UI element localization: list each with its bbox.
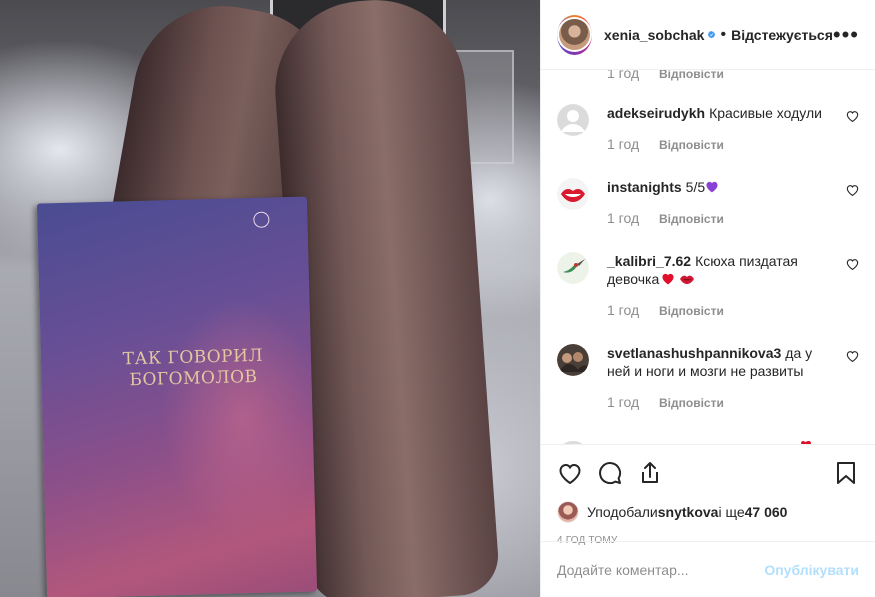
comment-time: 1 год bbox=[607, 136, 640, 152]
save-button[interactable] bbox=[833, 460, 859, 486]
avatar-ring-inner bbox=[557, 17, 592, 52]
like-button[interactable] bbox=[557, 460, 583, 486]
like-heart-icon bbox=[559, 463, 581, 484]
bookmark-icon bbox=[837, 461, 855, 484]
book-title-line2: БОГОМОЛОВ bbox=[129, 366, 258, 391]
commenter-username[interactable]: adekseirudykh bbox=[607, 105, 705, 121]
comment-item: svetlanashushpannikova3 да у ней и ноги и… bbox=[557, 344, 859, 410]
comment-body: adekseirudykh Красивые ходули bbox=[607, 104, 859, 122]
partially-hidden-comment bbox=[557, 436, 859, 444]
lips-avatar-icon bbox=[557, 178, 589, 210]
more-options-icon[interactable]: ••• bbox=[833, 23, 859, 45]
reply-button[interactable]: Відповісти bbox=[659, 212, 724, 226]
post-header: xenia_sobchak • Відстежується ••• bbox=[541, 0, 875, 70]
commenter-username[interactable]: instanights bbox=[607, 179, 682, 195]
reply-button[interactable]: Відповісти bbox=[659, 138, 724, 152]
share-button[interactable] bbox=[637, 460, 663, 486]
comment-time: 1 год bbox=[607, 302, 640, 318]
purple-heart-emoji-icon bbox=[706, 181, 718, 193]
liker-avatar[interactable] bbox=[557, 501, 579, 523]
commenter-avatar[interactable] bbox=[557, 104, 589, 136]
commenter-username[interactable]: svetlanashushpannikova3 bbox=[607, 345, 781, 361]
book-cover-portrait bbox=[128, 276, 316, 542]
comment-time: 1 год bbox=[607, 394, 640, 410]
reply-button[interactable]: Відповісти bbox=[659, 70, 724, 81]
commenter-avatar[interactable] bbox=[557, 178, 589, 210]
comment-meta: 1 год Відповісти bbox=[607, 136, 859, 152]
hidden-comment-fragment bbox=[563, 441, 811, 444]
comment-item: _kalibri_7.62 Ксюха пиздатая девочка 1 го… bbox=[557, 252, 859, 318]
comment-input[interactable] bbox=[557, 561, 765, 578]
comment-text: Красивые ходули bbox=[709, 105, 822, 121]
group-photo-avatar-icon bbox=[557, 344, 589, 376]
avatar-photo bbox=[559, 19, 590, 50]
comments-list[interactable]: 1 год Відповісти adekseirudykh Красивые х… bbox=[541, 70, 875, 444]
comment-item: instanights 5/5 1 год Відповісти bbox=[557, 178, 859, 226]
partial-comment-meta: 1 год Відповісти bbox=[607, 70, 724, 81]
likes-summary: Уподобали snytkova і ще 47 060 bbox=[541, 500, 875, 524]
likes-count-link[interactable]: 47 060 bbox=[745, 504, 788, 520]
book-title: ТАК ГОВОРИЛ БОГОМОЛОВ bbox=[113, 345, 274, 391]
publish-button[interactable]: Опублікувати bbox=[764, 562, 859, 578]
verified-badge-icon bbox=[708, 30, 716, 39]
comment-bubble-icon bbox=[599, 461, 622, 484]
publisher-logo-icon bbox=[253, 211, 270, 228]
profile-avatar[interactable] bbox=[557, 14, 592, 55]
post-action-bar bbox=[541, 444, 875, 500]
commenter-avatar[interactable] bbox=[557, 252, 589, 284]
add-comment-bar: Опублікувати bbox=[541, 541, 875, 597]
comment-like-heart-icon[interactable] bbox=[846, 258, 859, 270]
reply-button[interactable]: Відповісти bbox=[659, 304, 724, 318]
comment-body: svetlanashushpannikova3 да у ней и ноги и… bbox=[607, 344, 859, 380]
comment-text: 5/5 bbox=[685, 179, 706, 195]
likes-prefix: Уподобали bbox=[587, 504, 658, 520]
post-photo[interactable]: ТАК ГОВОРИЛ БОГОМОЛОВ bbox=[0, 0, 540, 597]
comment-like-heart-icon[interactable] bbox=[846, 350, 859, 362]
share-icon bbox=[642, 461, 658, 483]
book-cover: ТАК ГОВОРИЛ БОГОМОЛОВ bbox=[36, 196, 318, 597]
comment-time: 1 год bbox=[607, 210, 640, 226]
following-button[interactable]: Відстежується bbox=[731, 27, 833, 43]
post-side-panel: xenia_sobchak • Відстежується ••• 1 год … bbox=[540, 0, 875, 597]
commenter-avatar[interactable] bbox=[557, 344, 589, 376]
red-heart-emoji-icon bbox=[662, 273, 674, 285]
comment-item: adekseirudykh Красивые ходули 1 год Відпо… bbox=[557, 104, 859, 152]
author-username[interactable]: xenia_sobchak bbox=[604, 27, 704, 43]
comment-time: 1 год bbox=[607, 70, 640, 81]
reply-button[interactable]: Відповісти bbox=[659, 396, 724, 410]
commenter-username[interactable]: _kalibri_7.62 bbox=[607, 253, 691, 269]
comment-body: instanights 5/5 bbox=[607, 178, 859, 196]
comment-meta: 1 год Відповісти bbox=[607, 302, 859, 318]
header-separator: • bbox=[720, 25, 727, 43]
comment-body: _kalibri_7.62 Ксюха пиздатая девочка bbox=[607, 252, 859, 288]
lips-emoji-icon bbox=[680, 275, 695, 284]
comment-meta: 1 год Відповісти bbox=[607, 394, 859, 410]
likes-middle: і ще bbox=[718, 504, 745, 520]
comment-button[interactable] bbox=[597, 460, 623, 486]
comment-like-heart-icon[interactable] bbox=[846, 110, 859, 122]
hummingbird-avatar-icon bbox=[557, 252, 589, 284]
default-avatar-icon bbox=[557, 104, 589, 136]
liker-username[interactable]: snytkova bbox=[658, 504, 719, 520]
comment-like-heart-icon[interactable] bbox=[846, 184, 859, 196]
comment-meta: 1 год Відповісти bbox=[607, 210, 859, 226]
